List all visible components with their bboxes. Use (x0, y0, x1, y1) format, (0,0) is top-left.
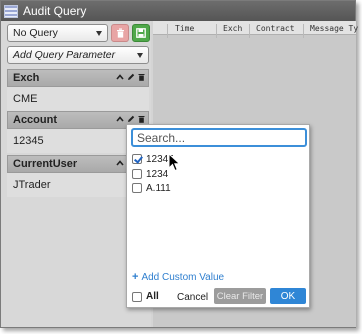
edit-pencil-icon[interactable] (127, 73, 135, 81)
ok-button[interactable]: OK (270, 288, 306, 304)
column-divider (216, 24, 217, 38)
trash-icon (116, 28, 124, 38)
checkbox[interactable] (132, 183, 142, 193)
grid-header: Time Exch Contract Message Ty (153, 21, 358, 38)
window-title: Audit Query (23, 4, 87, 18)
filter-footer: All Cancel Clear Filter OK (127, 288, 309, 306)
save-icon (136, 28, 146, 38)
save-query-button[interactable] (132, 24, 150, 42)
param-name: Account (13, 114, 57, 126)
filter-popup: 12345 1234 A.111 + Add Custom Value All … (126, 124, 310, 308)
clear-filter-button[interactable]: Clear Filter (214, 288, 266, 304)
title-bar: Audit Query (1, 1, 355, 21)
query-select-value: No Query (13, 27, 58, 39)
delete-query-button[interactable] (111, 24, 129, 42)
param-name: CurrentUser (13, 158, 78, 170)
trash-icon[interactable] (138, 73, 145, 81)
select-all-option[interactable]: All (132, 291, 159, 302)
collapse-icon[interactable] (116, 116, 124, 122)
cancel-button[interactable]: Cancel (177, 292, 208, 303)
param-group-exch: Exch CME (7, 69, 149, 111)
add-query-parameter-select[interactable]: Add Query Parameter (7, 46, 149, 64)
add-custom-value-link[interactable]: + Add Custom Value (132, 271, 224, 283)
param-tools (116, 73, 145, 81)
column-divider (167, 24, 168, 38)
checkbox[interactable] (132, 291, 142, 302)
param-name: Exch (13, 72, 40, 84)
checkbox[interactable] (132, 169, 142, 179)
chevron-down-icon (137, 53, 143, 58)
filter-option-label: 1234 (146, 168, 169, 180)
trash-icon[interactable] (138, 115, 145, 123)
add-query-parameter-label: Add Query Parameter (13, 49, 116, 61)
column-header-time[interactable]: Time (175, 24, 194, 33)
column-divider (249, 24, 250, 38)
param-value[interactable]: CME (7, 87, 149, 111)
column-header-exch[interactable]: Exch (223, 24, 242, 33)
collapse-icon[interactable] (116, 160, 124, 166)
filter-option[interactable]: A.111 (132, 182, 171, 194)
list-grid-icon (4, 4, 18, 18)
column-header-contract[interactable]: Contract (256, 24, 295, 33)
checkbox-checked[interactable] (132, 154, 142, 164)
param-tools (116, 115, 145, 123)
param-header: Exch (7, 69, 149, 87)
collapse-icon[interactable] (116, 74, 124, 80)
plus-icon: + (132, 271, 139, 283)
edit-pencil-icon[interactable] (127, 115, 135, 123)
column-divider (303, 24, 304, 38)
query-select[interactable]: No Query (7, 24, 108, 42)
filter-option-label: A.111 (146, 182, 171, 194)
mouse-cursor-icon (168, 153, 181, 172)
filter-search-input[interactable] (131, 128, 307, 147)
add-custom-value-label: Add Custom Value (141, 271, 225, 283)
chevron-down-icon (96, 31, 102, 36)
query-toolbar: No Query (7, 24, 150, 42)
select-all-label: All (146, 291, 159, 302)
filter-option[interactable]: 1234 (132, 168, 168, 180)
column-header-message-type[interactable]: Message Ty (310, 24, 358, 33)
